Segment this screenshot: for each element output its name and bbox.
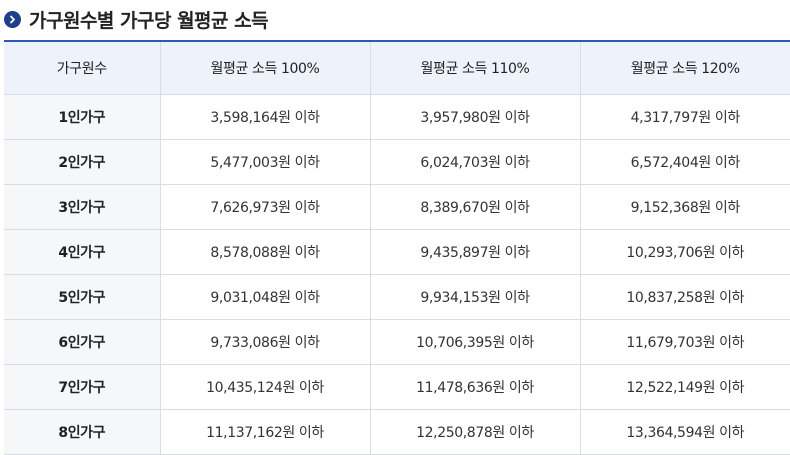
row-header-cell: 3인가구 <box>4 184 160 230</box>
table-row: 5인가구 9,031,048원 이하 9,934,153원 이하 10,837,… <box>4 274 790 320</box>
table-cell: 11,137,162원 이하 <box>159 409 370 455</box>
table-cell: 11,478,636원 이하 <box>369 364 580 410</box>
table-cell: 9,435,897원 이하 <box>369 229 580 275</box>
table-header-row: 가구원수 월평균 소득 100% 월평균 소득 110% 월평균 소득 120% <box>4 41 790 95</box>
page: 가구원수별 가구당 월평균 소득 가구원수 월평균 소득 100% 월평균 소득… <box>0 0 790 455</box>
table-cell: 10,706,395원 이하 <box>369 319 580 365</box>
section-title: 가구원수별 가구당 월평균 소득 <box>29 9 269 32</box>
table-cell: 13,364,594원 이하 <box>579 409 790 455</box>
table-cell: 9,934,153원 이하 <box>369 274 580 320</box>
table-cell: 9,733,086원 이하 <box>159 319 370 365</box>
table-cell: 11,679,703원 이하 <box>579 319 790 365</box>
table-row: 6인가구 9,733,086원 이하 10,706,395원 이하 11,679… <box>4 319 790 365</box>
row-header-cell: 1인가구 <box>4 94 160 140</box>
table-cell: 4,317,797원 이하 <box>579 94 790 140</box>
column-header-income-110: 월평균 소득 110% <box>369 41 580 95</box>
table-row: 2인가구 5,477,003원 이하 6,024,703원 이하 6,572,4… <box>4 139 790 185</box>
chevron-right-icon <box>4 10 21 28</box>
table-cell: 12,250,878원 이하 <box>369 409 580 455</box>
income-table-wrapper: 가구원수 월평균 소득 100% 월평균 소득 110% 월평균 소득 120%… <box>4 40 790 455</box>
row-header-cell: 2인가구 <box>4 139 160 185</box>
table-cell: 10,435,124원 이하 <box>159 364 370 410</box>
table-row: 4인가구 8,578,088원 이하 9,435,897원 이하 10,293,… <box>4 229 790 275</box>
table-cell: 3,598,164원 이하 <box>159 94 370 140</box>
column-header-household-size: 가구원수 <box>4 41 160 95</box>
row-header-cell: 8인가구 <box>4 409 160 455</box>
table-cell: 3,957,980원 이하 <box>369 94 580 140</box>
table-cell: 5,477,003원 이하 <box>159 139 370 185</box>
column-header-income-120: 월평균 소득 120% <box>579 41 790 95</box>
row-header-cell: 7인가구 <box>4 364 160 410</box>
table-cell: 6,024,703원 이하 <box>369 139 580 185</box>
table-row: 1인가구 3,598,164원 이하 3,957,980원 이하 4,317,7… <box>4 94 790 140</box>
table-cell: 8,389,670원 이하 <box>369 184 580 230</box>
table-cell: 6,572,404원 이하 <box>579 139 790 185</box>
table-row: 8인가구 11,137,162원 이하 12,250,878원 이하 13,36… <box>4 409 790 455</box>
section-heading: 가구원수별 가구당 월평균 소득 <box>4 6 269 32</box>
table-cell: 12,522,149원 이하 <box>579 364 790 410</box>
table-cell: 7,626,973원 이하 <box>159 184 370 230</box>
table-cell: 9,152,368원 이하 <box>579 184 790 230</box>
table-cell: 8,578,088원 이하 <box>159 229 370 275</box>
table-row: 3인가구 7,626,973원 이하 8,389,670원 이하 9,152,3… <box>4 184 790 230</box>
column-header-income-100: 월평균 소득 100% <box>159 41 370 95</box>
row-header-cell: 6인가구 <box>4 319 160 365</box>
table-row: 7인가구 10,435,124원 이하 11,478,636원 이하 12,52… <box>4 364 790 410</box>
table-cell: 10,837,258원 이하 <box>579 274 790 320</box>
table-cell: 10,293,706원 이하 <box>579 229 790 275</box>
row-header-cell: 5인가구 <box>4 274 160 320</box>
income-table: 가구원수 월평균 소득 100% 월평균 소득 110% 월평균 소득 120%… <box>4 40 790 455</box>
row-header-cell: 4인가구 <box>4 229 160 275</box>
table-cell: 9,031,048원 이하 <box>159 274 370 320</box>
